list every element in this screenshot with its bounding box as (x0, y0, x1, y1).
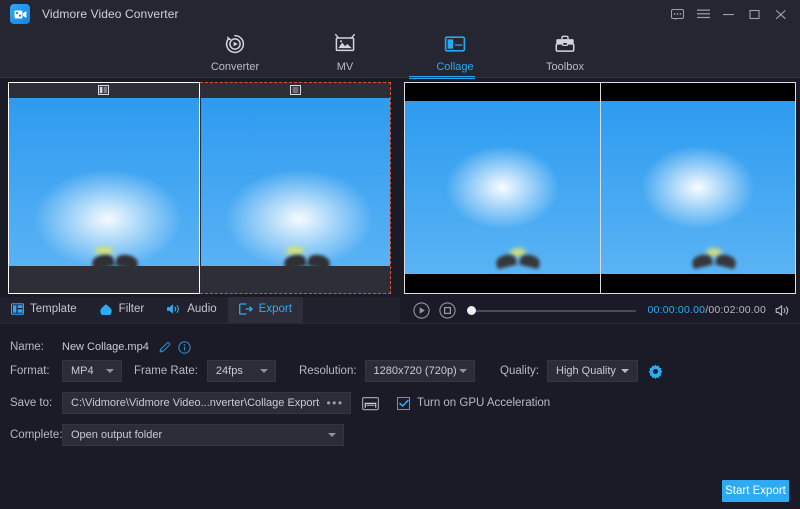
preview-pane-left[interactable] (405, 83, 600, 293)
speaker-icon[interactable] (774, 301, 792, 319)
name-label: Name: (10, 341, 44, 353)
quality-value: High Quality (556, 365, 616, 377)
collage-cell-1[interactable] (8, 82, 200, 294)
resolution-label: Resolution: (299, 365, 357, 377)
tab-template-label: Template (30, 303, 77, 316)
pencil-icon[interactable] (158, 341, 171, 354)
tab-audio-label: Audio (187, 303, 217, 316)
nav-separator (0, 77, 800, 78)
close-icon[interactable] (768, 0, 794, 28)
save-to-input[interactable]: C:\Vidmore\Vidmore Video...nverter\Colla… (62, 392, 351, 414)
maximize-icon[interactable] (742, 0, 768, 28)
stop-square-icon[interactable] (438, 301, 456, 319)
mv-icon (334, 33, 356, 58)
audio-icon (166, 303, 181, 318)
gear-icon[interactable] (648, 364, 663, 379)
resolution-select[interactable]: 1280x720 (720p) (364, 360, 475, 382)
format-select[interactable]: MP4 (62, 360, 122, 382)
frame-rate-value: 24fps (215, 365, 243, 377)
nav-item-converter[interactable]: Converter (201, 28, 269, 78)
format-value: MP4 (71, 365, 94, 377)
quality-row: Quality: High Quality (500, 360, 663, 382)
editor-toolbar: Template Filter Audio Export (0, 297, 400, 323)
chevron-down-icon (458, 369, 467, 373)
progress-slider[interactable] (467, 305, 636, 315)
chevron-down-icon (328, 433, 336, 437)
format-label: Format: (10, 365, 50, 377)
feedback-icon[interactable] (664, 0, 690, 28)
complete-row: Complete: Open output folder (10, 424, 344, 446)
nav-item-mv[interactable]: MV (311, 28, 379, 78)
total-time: 00:02:00.00 (708, 304, 766, 316)
tab-filter-label: Filter (118, 303, 145, 316)
progress-track (468, 309, 636, 312)
toolbox-icon (554, 33, 576, 58)
nav-item-collage[interactable]: Collage (421, 28, 489, 78)
complete-select[interactable]: Open output folder (62, 424, 344, 446)
filter-icon (99, 303, 113, 318)
quality-label: Quality: (500, 365, 539, 377)
tab-audio[interactable]: Audio (155, 297, 227, 323)
gpu-acceleration-label: Turn on GPU Acceleration (417, 397, 551, 409)
folder-icon[interactable] (362, 396, 379, 411)
collage-editor (8, 82, 391, 294)
app-window: Vidmore Video Converter Converter MV Col… (0, 0, 800, 509)
collage-cell-2-selection-frame (199, 82, 391, 294)
tab-filter[interactable]: Filter (88, 297, 156, 323)
tab-export[interactable]: Export (227, 297, 303, 323)
collage-cell-2[interactable] (199, 82, 391, 294)
app-title: Vidmore Video Converter (42, 7, 179, 21)
complete-label: Complete: (10, 429, 63, 441)
video-preview (404, 82, 796, 294)
chevron-down-icon (259, 369, 268, 373)
nav-label-mv: MV (336, 61, 354, 73)
chevron-down-icon (620, 369, 629, 373)
quality-select[interactable]: High Quality (547, 360, 638, 382)
frame-rate-label: Frame Rate: (134, 365, 198, 377)
tab-export-label: Export (258, 303, 292, 316)
export-icon (238, 302, 253, 318)
collage-cell-1-frame (8, 82, 200, 294)
tab-template[interactable]: Template (0, 297, 88, 323)
nav-label-converter: Converter (210, 61, 260, 73)
nav-label-collage: Collage (436, 61, 474, 73)
template-icon (10, 302, 25, 318)
export-settings: Name: New Collage.mp4 Format: MP4 Frame … (0, 324, 800, 469)
name-row: Name: New Collage.mp4 (10, 336, 191, 358)
converter-icon (224, 33, 246, 58)
main-nav: Converter MV Collage Toolbox (0, 28, 800, 78)
save-to-label: Save to: (10, 397, 53, 409)
browse-dots-button[interactable]: ••• (320, 393, 350, 413)
app-logo-icon (10, 4, 30, 24)
resolution-value: 1280x720 (720p) (373, 365, 457, 377)
title-bar: Vidmore Video Converter (0, 0, 800, 28)
chevron-down-icon (106, 369, 114, 373)
format-row: Format: MP4 (10, 360, 122, 382)
nav-label-toolbox: Toolbox (546, 61, 584, 73)
window-controls (664, 0, 794, 28)
name-value: New Collage.mp4 (62, 341, 149, 353)
save-to-row: Save to: C:\Vidmore\Vidmore Video...nver… (10, 392, 550, 414)
play-circle-icon[interactable] (412, 301, 430, 319)
menu-icon[interactable] (690, 0, 716, 28)
progress-handle[interactable] (467, 305, 476, 315)
nav-item-toolbox[interactable]: Toolbox (531, 28, 599, 78)
start-export-button[interactable]: Start Export (722, 480, 789, 502)
player-controls: 00:00:00.00/00:02:00.00 (404, 297, 800, 323)
collage-icon (444, 33, 466, 58)
gpu-acceleration-checkbox[interactable] (397, 396, 410, 410)
preview-pane-right[interactable] (600, 83, 795, 293)
frame-rate-row: Frame Rate: 24fps (134, 360, 276, 382)
frame-rate-select[interactable]: 24fps (206, 360, 276, 382)
info-icon[interactable] (178, 340, 191, 354)
current-time: 00:00:00.00 (647, 304, 706, 316)
minimize-icon[interactable] (716, 0, 742, 28)
complete-value: Open output folder (71, 429, 163, 441)
save-to-value: C:\Vidmore\Vidmore Video...nverter\Colla… (71, 397, 320, 409)
timecode-display: 00:00:00.00/00:02:00.00 (648, 304, 766, 316)
resolution-row: Resolution: 1280x720 (720p) (299, 360, 475, 382)
